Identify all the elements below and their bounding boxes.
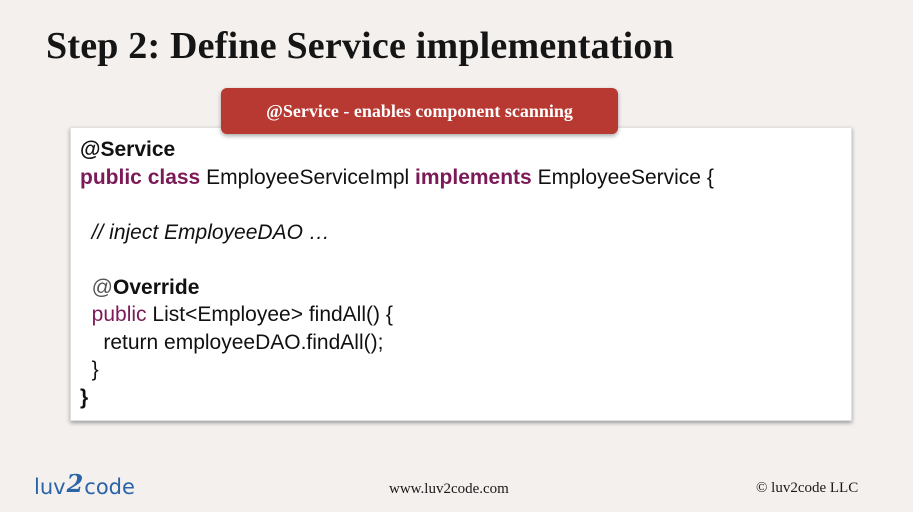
service-callout-badge: @Service - enables component scanning	[221, 88, 618, 134]
code-line-1: @Service	[80, 136, 714, 164]
code-line-9: }	[80, 356, 714, 384]
keyword-implements: implements	[415, 165, 532, 189]
footer-url: www.luv2code.com	[389, 481, 509, 497]
code-line-8: return employeeDAO.findAll();	[80, 329, 714, 357]
slide: Step 2: Define Service implementation @S…	[0, 0, 913, 512]
logo-text-left: luv	[34, 474, 66, 499]
return-statement: return employeeDAO.findAll();	[103, 330, 384, 354]
footer-copyright: © luv2code LLC	[756, 480, 859, 496]
class-close-brace: }	[80, 385, 89, 409]
luv2code-logo: luv 2 code	[34, 469, 135, 501]
class-name: EmployeeServiceImpl	[206, 165, 410, 189]
method-signature: List<Employee> findAll() {	[152, 303, 393, 326]
interface-name: EmployeeService {	[537, 165, 714, 189]
service-annotation: @Service	[80, 138, 176, 161]
logo-text-right: code	[84, 474, 135, 499]
method-close-brace: }	[91, 358, 99, 381]
code-line-4: // inject EmployeeDAO …	[80, 219, 714, 247]
override-annotation: Override	[113, 275, 200, 299]
code-line-blank-2	[80, 246, 714, 274]
code-line-blank-1	[80, 191, 714, 219]
code-line-10: }	[80, 384, 714, 412]
keyword-class: class	[147, 165, 201, 189]
code-block: @Service public class EmployeeServiceImp…	[80, 136, 714, 411]
logo-two: 2	[66, 469, 84, 498]
keyword-public-method: public	[91, 303, 147, 326]
inject-comment: // inject EmployeeDAO …	[91, 220, 330, 244]
override-at-sign: @	[91, 275, 113, 299]
code-line-7: public List<Employee> findAll() {	[80, 301, 714, 329]
code-line-2: public class EmployeeServiceImpl impleme…	[80, 164, 714, 192]
keyword-public: public	[80, 165, 142, 189]
code-line-6: @Override	[80, 274, 714, 302]
slide-title: Step 2: Define Service implementation	[46, 25, 674, 67]
